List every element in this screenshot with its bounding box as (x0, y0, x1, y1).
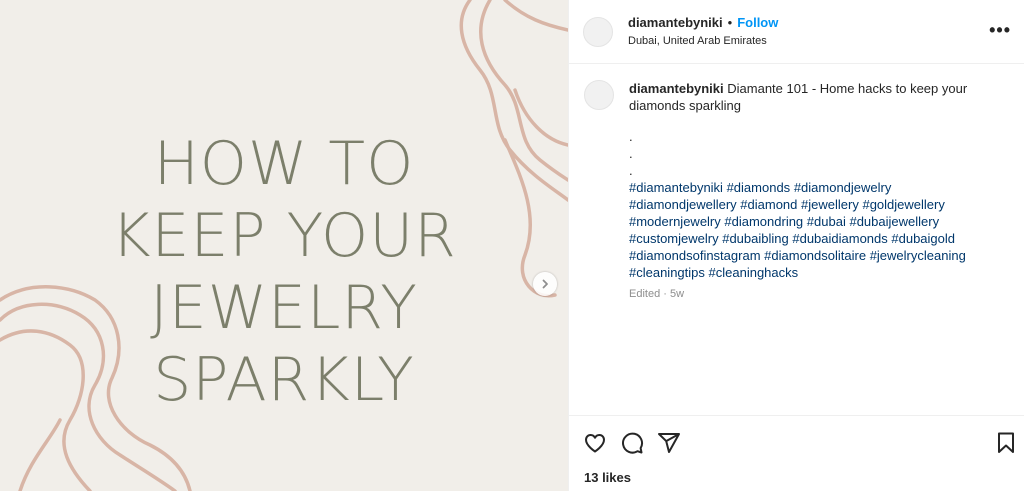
post-location[interactable]: Dubai, United Arab Emirates (628, 35, 767, 47)
hashtag-link[interactable]: #dubaijewellery (849, 214, 939, 229)
hashtag-link[interactable]: #diamantebyniki (629, 180, 723, 195)
headline-line-1: HOW TO (153, 129, 415, 199)
hashtag-link[interactable]: #jewelrycleaning (870, 248, 966, 263)
caption-dot: . (629, 163, 633, 178)
caption-username[interactable]: diamantebyniki (629, 81, 724, 96)
comment-icon[interactable] (620, 431, 644, 455)
caption-dots: . . . (629, 128, 989, 179)
hashtag-link[interactable]: #diamonds (727, 180, 791, 195)
headline-line-4: SPARKLY (153, 345, 415, 415)
hashtag-link[interactable]: #jewellery (801, 197, 859, 212)
hashtag-link[interactable]: #dubai (807, 214, 846, 229)
header-author-line: diamantebyniki • Follow (628, 15, 778, 30)
image-headline: HOW TO KEEP YOUR JEWELRY SPARKLY (0, 128, 568, 416)
caption-dot: . (629, 146, 633, 161)
likes-count[interactable]: 13 likes (584, 470, 631, 485)
heart-icon[interactable] (583, 431, 607, 455)
edited-timestamp[interactable]: Edited · 5w (629, 286, 989, 303)
more-options-icon[interactable]: ••• (989, 20, 1011, 41)
share-icon[interactable] (657, 431, 681, 455)
headline-line-3: JEWELRY (150, 273, 418, 343)
hashtag-link[interactable]: #cleaningtips (629, 265, 705, 280)
hashtag-link[interactable]: #goldjewellery (862, 197, 944, 212)
caption-text-line: diamantebyniki Diamante 101 - Home hacks… (629, 80, 989, 114)
post-actions-bar: 13 likes (569, 415, 1024, 491)
hashtag-link[interactable]: #dubaidiamonds (792, 231, 887, 246)
instagram-post: HOW TO KEEP YOUR JEWELRY SPARKLY diamant… (0, 0, 1024, 491)
hashtag-link[interactable]: #dubaibling (722, 231, 789, 246)
caption-avatar[interactable] (584, 80, 614, 110)
hashtag-list: #diamantebyniki #diamonds #diamondjewelr… (629, 179, 989, 281)
author-avatar[interactable] (583, 17, 613, 47)
caption: diamantebyniki Diamante 101 - Home hacks… (629, 80, 989, 303)
hashtag-link[interactable]: #customjewelry (629, 231, 719, 246)
hashtag-link[interactable]: #diamondsofinstagram (629, 248, 761, 263)
hashtag-link[interactable]: #diamondjewelry (794, 180, 892, 195)
hashtag-link[interactable]: #diamondjewellery (629, 197, 737, 212)
hashtag-link[interactable]: #dubaigold (891, 231, 955, 246)
caption-dot: . (629, 129, 633, 144)
post-image[interactable]: HOW TO KEEP YOUR JEWELRY SPARKLY (0, 0, 568, 491)
next-image-button[interactable] (533, 272, 557, 296)
bookmark-icon[interactable] (994, 431, 1018, 455)
post-header: diamantebyniki • Follow Dubai, United Arab… (569, 0, 1024, 64)
author-username[interactable]: diamantebyniki (628, 15, 723, 30)
hashtag-link[interactable]: #diamond (740, 197, 797, 212)
headline-line-2: KEEP YOUR (111, 201, 457, 271)
hashtag-link[interactable]: #modernjewelry (629, 214, 721, 229)
chevron-right-icon (542, 279, 548, 289)
hashtag-link[interactable]: #diamondsolitaire (764, 248, 866, 263)
hashtag-link[interactable]: #diamondring (724, 214, 803, 229)
separator-dot: • (727, 15, 733, 30)
post-details-panel: diamantebyniki • Follow Dubai, United Arab… (568, 0, 1024, 491)
hashtag-link[interactable]: #cleaninghacks (709, 265, 799, 280)
follow-button[interactable]: Follow (737, 15, 778, 30)
